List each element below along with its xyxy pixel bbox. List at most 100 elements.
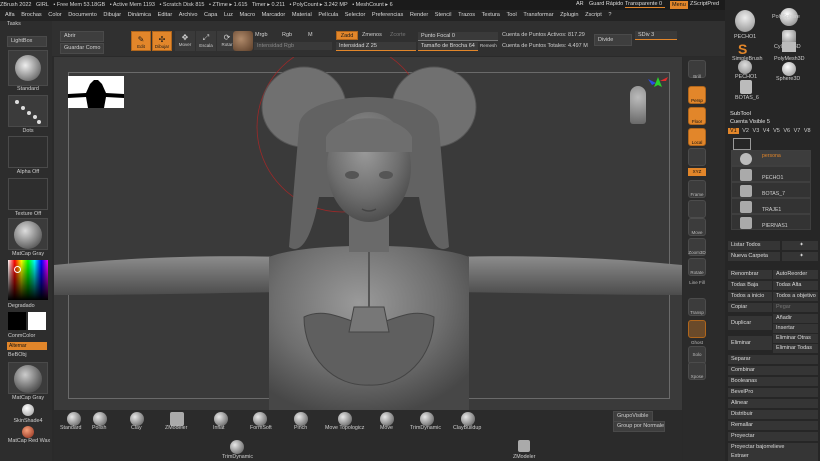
v6-tab[interactable]: V6 xyxy=(783,128,790,134)
subtool-item-piernas1[interactable]: PIERNAS1 xyxy=(731,214,811,230)
all-to-home-button[interactable]: Todos a inicio xyxy=(728,292,772,301)
bevelpro-menu[interactable]: BevelPro xyxy=(728,388,818,397)
navigation-head-icon[interactable] xyxy=(630,86,646,124)
menu-render[interactable]: Render xyxy=(410,10,428,21)
remesh-menu[interactable]: Remallar xyxy=(728,421,818,430)
zcut-toggle[interactable]: Zcorte xyxy=(390,32,406,38)
menu-draw[interactable]: Dibujar xyxy=(103,10,121,21)
delete-other-button[interactable]: Eliminar Otras xyxy=(773,334,818,343)
brush-clay[interactable] xyxy=(130,412,144,426)
model-viewport[interactable] xyxy=(54,57,682,410)
m-toggle[interactable]: M xyxy=(308,32,313,38)
mrgb-toggle[interactable]: Mrgb xyxy=(255,32,268,38)
brush-standard[interactable] xyxy=(67,412,81,426)
quick-save-button[interactable]: Guard Rápido xyxy=(589,1,623,7)
project-menu[interactable]: Proyectar xyxy=(728,432,818,441)
menu-picker[interactable]: Selector xyxy=(345,10,366,21)
v3-tab[interactable]: V3 xyxy=(753,128,760,134)
sdiv-slider[interactable]: SDiv 3 xyxy=(635,31,677,40)
linefill-label[interactable]: Line Fill xyxy=(686,280,708,285)
zmodeler2-cube-icon[interactable] xyxy=(518,440,530,452)
v2-tab[interactable]: V2 xyxy=(742,128,749,134)
redwax-icon[interactable] xyxy=(22,426,34,438)
delete-button[interactable]: Eliminar xyxy=(728,336,772,350)
rgb-intensity-slider[interactable]: Intensidad Rgb xyxy=(254,42,332,50)
align-menu[interactable]: Alinear xyxy=(728,399,818,408)
brush-inflat[interactable] xyxy=(214,412,228,426)
tool-thumb-pecho1b[interactable] xyxy=(738,60,752,74)
focal-shift-slider[interactable]: Punto Focal 0 xyxy=(418,32,498,41)
polymesh3d-icon[interactable] xyxy=(782,42,796,52)
zmodeler-cube-icon[interactable] xyxy=(170,412,184,426)
edit-mode-button[interactable]: ✎ Edit xyxy=(131,31,151,51)
material-thumb[interactable] xyxy=(8,218,48,250)
secondary-color-swatch[interactable] xyxy=(8,312,26,330)
subtool-item-traje1[interactable]: TRAJE1 xyxy=(731,198,811,214)
menu-macro[interactable]: Macro xyxy=(240,10,256,21)
group-by-normals-button[interactable]: Group por Normales xyxy=(613,421,665,432)
extract-menu[interactable]: Extraer xyxy=(728,452,818,461)
subtool-item-pecho1[interactable]: PECHO1 xyxy=(731,166,811,182)
open-button[interactable]: Abrir xyxy=(60,31,104,42)
polyf-button[interactable] xyxy=(688,200,706,218)
boolean-menu[interactable]: Booleanas xyxy=(728,377,818,386)
alternate-button[interactable]: Alternar xyxy=(7,342,47,350)
axis-gizmo[interactable] xyxy=(646,75,670,99)
save-as-button[interactable]: Guardar Como xyxy=(60,43,104,54)
z-intensity-slider[interactable]: Intensidad Z 25 xyxy=(336,42,416,51)
move-mode-button[interactable]: ✥ Mover xyxy=(175,31,195,51)
zsub-toggle[interactable]: Zmenos xyxy=(362,32,382,38)
material2-thumb[interactable] xyxy=(8,362,48,394)
menu-preferences[interactable]: Preferencias xyxy=(372,10,403,21)
tool-thumb-pecho1[interactable] xyxy=(735,10,755,32)
folder-icon[interactable] xyxy=(733,138,751,150)
arrow-up-button[interactable]: ✦ xyxy=(782,241,818,250)
menu-edit[interactable]: Editar xyxy=(158,10,173,21)
lsym-button[interactable] xyxy=(688,148,706,166)
sphere3d-icon[interactable] xyxy=(782,62,796,76)
divide-button[interactable]: Divide xyxy=(594,34,632,46)
menu-button[interactable]: Menu xyxy=(670,1,688,9)
menu-help[interactable]: ? xyxy=(608,10,611,21)
menu-texture[interactable]: Textura xyxy=(482,10,500,21)
ghost-button[interactable] xyxy=(688,320,706,338)
v7-tab[interactable]: V7 xyxy=(794,128,801,134)
list-all-button[interactable]: Listar Todos xyxy=(728,241,780,250)
material-swatch[interactable] xyxy=(233,31,253,51)
lightbox-button[interactable]: LightBox xyxy=(7,36,47,47)
insert-button[interactable]: Insertar xyxy=(773,324,818,333)
all-to-target-button[interactable]: Todos a objetivo xyxy=(773,292,818,301)
brush-polish[interactable] xyxy=(93,412,107,426)
menu-stencil[interactable]: Stencil xyxy=(435,10,452,21)
dynamic-toggle[interactable]: Remesh xyxy=(480,42,497,50)
subtool-item-botas7[interactable]: BOTAS_7 xyxy=(731,182,811,198)
merge-menu[interactable]: Combinar xyxy=(728,366,818,375)
draw-mode-button[interactable]: ✣ Dibujar xyxy=(152,31,172,51)
v5-tab[interactable]: V5 xyxy=(773,128,780,134)
simplebrush-icon[interactable]: S xyxy=(738,42,752,56)
menu-zscript[interactable]: Zscript xyxy=(585,10,602,21)
brush-trimdynamic[interactable] xyxy=(420,412,434,426)
brush-trimdynamic-2[interactable] xyxy=(230,440,244,454)
default-zscript-button[interactable]: ZScriptPred xyxy=(690,1,719,7)
menu-material[interactable]: Material xyxy=(292,10,312,21)
brush-formsoft[interactable] xyxy=(253,412,267,426)
paste-button[interactable]: Pegar xyxy=(773,303,818,312)
menu-tool[interactable]: Tool xyxy=(506,10,516,21)
autoreorder-button[interactable]: AutoReorder xyxy=(773,270,818,279)
draw-size-slider[interactable]: Tamaño de Brocha 64 xyxy=(418,42,478,51)
xyz-button[interactable]: XYZ xyxy=(688,168,706,176)
texture-thumb[interactable] xyxy=(8,178,48,210)
menu-zplugin[interactable]: Zplugin xyxy=(560,10,578,21)
all-low-button[interactable]: Todas Baja xyxy=(728,281,772,290)
subtool-item-persona[interactable]: persona xyxy=(731,150,811,166)
scale-mode-button[interactable]: ⤢ Escala xyxy=(196,31,216,51)
brush-move-topological[interactable] xyxy=(338,412,352,426)
menu-layer[interactable]: Capa xyxy=(204,10,217,21)
append-button[interactable]: Añadir xyxy=(773,314,818,323)
menu-movie[interactable]: Película xyxy=(318,10,338,21)
v4-tab[interactable]: V4 xyxy=(763,128,770,134)
menu-brush[interactable]: Brochas xyxy=(21,10,42,21)
menu-document[interactable]: Documento xyxy=(68,10,97,21)
menu-stroke[interactable]: Trazos xyxy=(458,10,475,21)
